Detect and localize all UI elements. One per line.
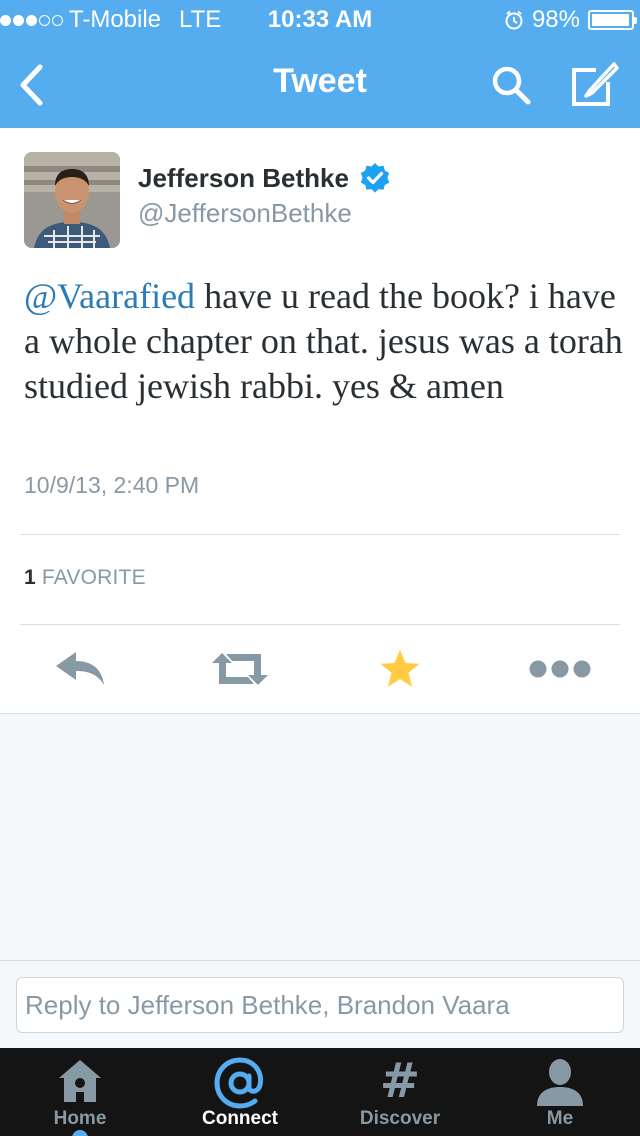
reply-button[interactable]	[40, 644, 120, 694]
mention-link[interactable]: @Vaarafied	[24, 276, 195, 316]
compose-icon	[572, 62, 619, 106]
top-bar: T-Mobile LTE 10:33 AM 98% Tweet	[0, 0, 640, 128]
status-bar: T-Mobile LTE 10:33 AM 98%	[0, 0, 640, 40]
tab-label: Home	[53, 1108, 107, 1129]
compose-button[interactable]	[568, 60, 620, 110]
avatar[interactable]	[24, 152, 120, 248]
reply-bar	[0, 960, 640, 1048]
tab-label: Discover	[359, 1108, 441, 1129]
divider	[20, 624, 620, 625]
favorites-count-row[interactable]: 1 FAVORITE	[24, 566, 146, 590]
hash-icon: #	[379, 1053, 421, 1109]
tweet-text: @Vaarafied have u read the book? i have …	[24, 274, 624, 409]
verified-badge-icon	[360, 163, 390, 193]
page-title: Tweet	[273, 62, 367, 100]
avatar-photo	[24, 152, 120, 248]
tab-discover[interactable]: # Discover	[320, 1048, 480, 1136]
status-right: 98%	[504, 6, 637, 34]
tab-bar: Home Connect # Discover Me	[0, 1048, 640, 1136]
retweet-button[interactable]	[200, 644, 280, 694]
person-icon	[537, 1059, 583, 1106]
tab-home[interactable]: Home	[0, 1048, 160, 1136]
home-icon	[59, 1060, 101, 1102]
tab-me[interactable]: Me	[480, 1048, 640, 1136]
author-name-row[interactable]: Jefferson Bethke	[138, 162, 391, 194]
reply-icon	[56, 652, 104, 685]
favorite-button[interactable]	[360, 644, 440, 694]
more-button[interactable]	[520, 644, 600, 694]
reply-input[interactable]	[16, 977, 624, 1033]
more-icon	[529, 660, 591, 678]
star-icon	[380, 650, 420, 687]
author-handle[interactable]: @JeffersonBethke	[138, 198, 352, 229]
battery-percent: 98%	[531, 6, 580, 33]
tab-connect[interactable]: Connect	[160, 1048, 320, 1136]
retweet-icon	[212, 653, 268, 685]
tab-label: Connect	[202, 1108, 278, 1129]
author-name: Jefferson Bethke	[138, 162, 349, 193]
favorite-label: FAVORITE	[41, 566, 146, 589]
tweet-detail: Jefferson Bethke @JeffersonBethke @Vaara…	[0, 128, 640, 714]
battery-icon	[588, 10, 637, 30]
search-button[interactable]	[488, 62, 534, 108]
divider	[20, 534, 620, 535]
favorite-count: 1	[24, 566, 36, 589]
at-icon	[214, 1057, 264, 1109]
unread-indicator	[72, 1130, 88, 1136]
alarm-icon	[505, 10, 523, 30]
tweet-timestamp: 10/9/13, 2:40 PM	[24, 472, 200, 498]
tab-label: Me	[546, 1108, 574, 1129]
search-icon	[492, 66, 531, 105]
